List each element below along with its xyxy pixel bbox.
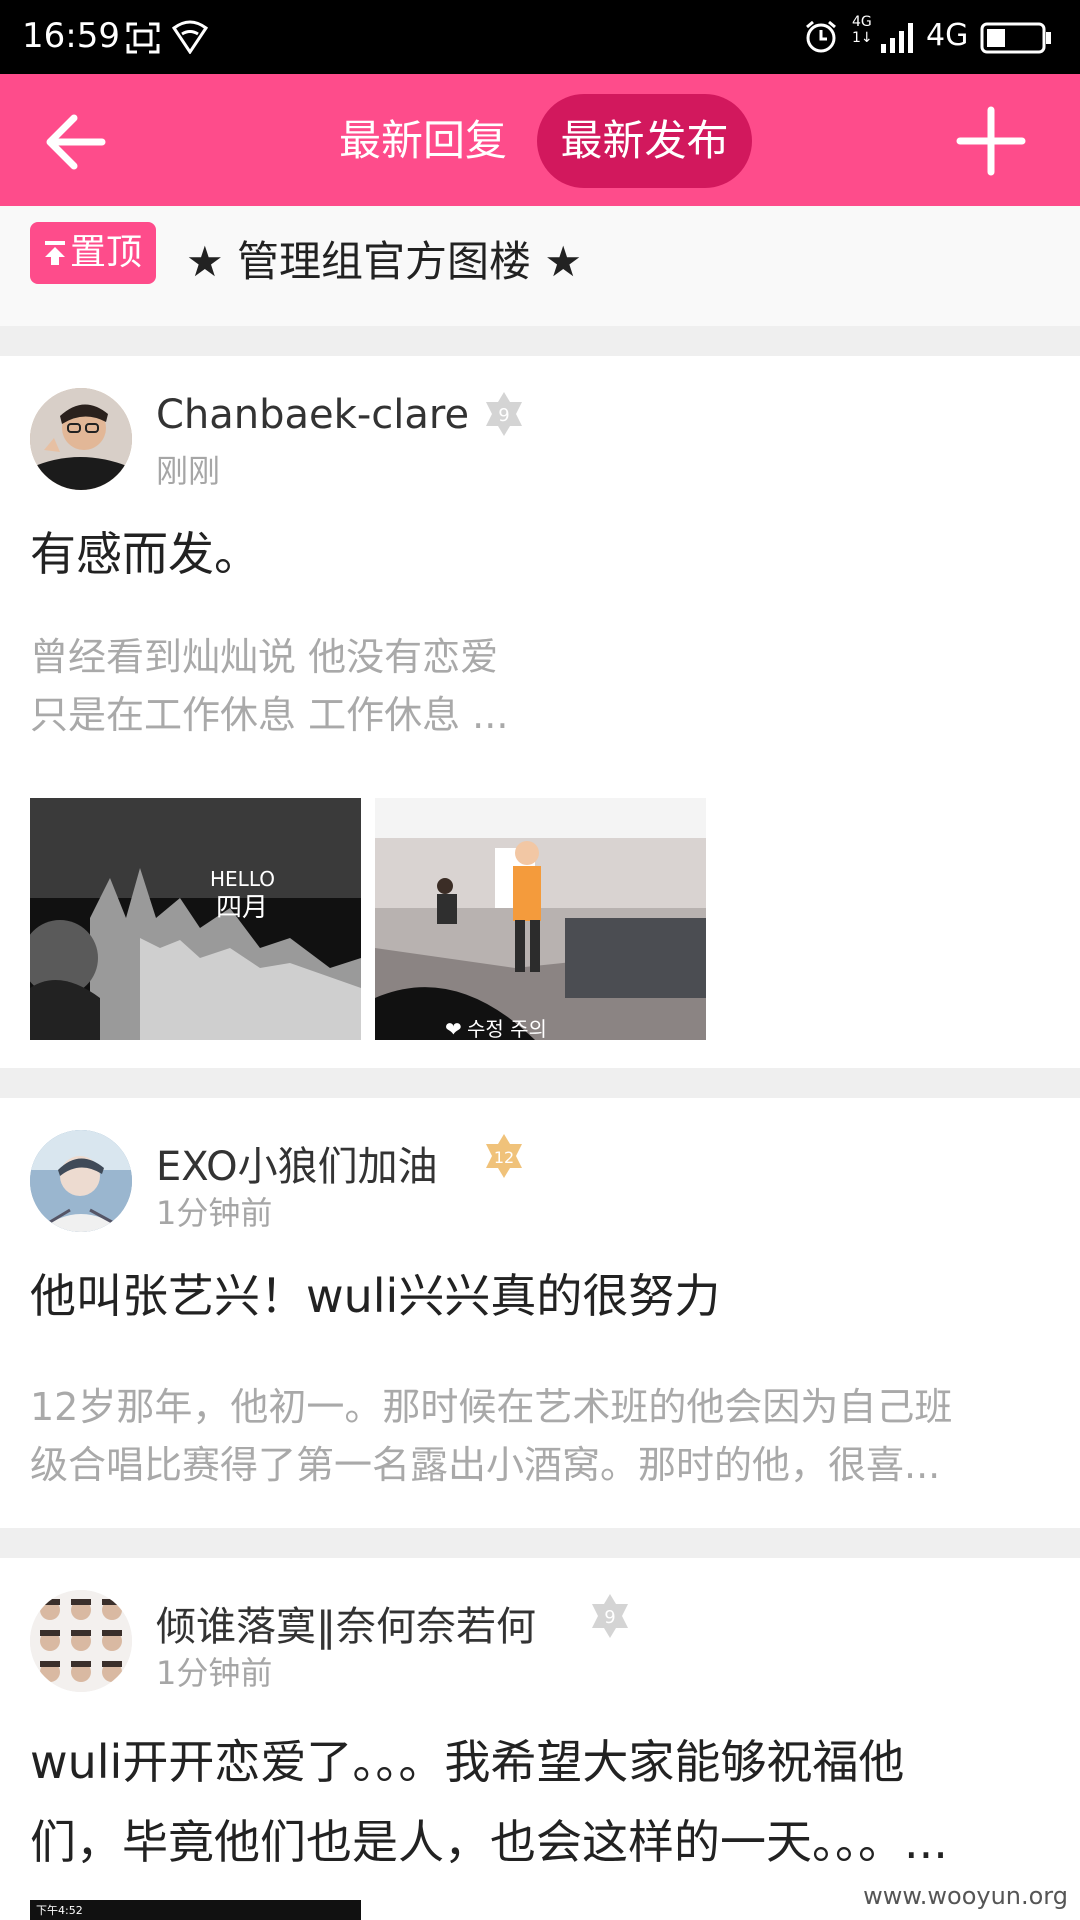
svg-text:HELLO: HELLO <box>210 867 275 891</box>
post-excerpt-line: 级合唱比赛得了第一名露出小酒窝。那时的他，很喜... <box>30 1443 941 1487</box>
back-arrow-icon[interactable] <box>40 106 112 178</box>
watermark: www.wooyun.org <box>863 1882 1068 1910</box>
level-badge-icon: 9 <box>592 1594 628 1638</box>
post-time: 1分钟前 <box>156 1194 273 1232</box>
svg-text:❤: ❤ <box>445 1017 462 1040</box>
post-excerpt-line: 只是在工作休息 工作休息 ... <box>30 693 509 737</box>
tab-latest-reply[interactable]: 最新回复 <box>330 94 516 188</box>
avatar[interactable] <box>30 388 132 490</box>
svg-text:9: 9 <box>498 405 509 426</box>
post-card[interactable]: 倾谁落寞‖奈何奈若何 9 1分钟前 wuli开开恋爱了。。。我希望大家能够祝福他… <box>0 1558 1080 1920</box>
post-image[interactable]: 下午4:52 <box>30 1900 361 1920</box>
post-author[interactable]: 倾谁落寞‖奈何奈若何 <box>156 1594 536 1652</box>
post-title: 他叫张艺兴！wuli兴兴真的很努力 <box>30 1269 721 1323</box>
post-card[interactable]: Chanbaek-clare 9 刚刚 有感而发。 曾经看到灿灿说 他没有恋爱 … <box>0 356 1080 1068</box>
post-card[interactable]: EXO小狼们加油 12 1分钟前 他叫张艺兴！wuli兴兴真的很努力 12岁那年… <box>0 1098 1080 1528</box>
level-badge-icon: 9 <box>486 392 522 436</box>
divider <box>0 1528 1080 1558</box>
post-title-line: wuli开开恋爱了。。。我希望大家能够祝福他 <box>30 1735 905 1789</box>
post-excerpt-line: 曾经看到灿灿说 他没有恋爱 <box>30 635 499 679</box>
post-image[interactable]: HELLO 四月 <box>30 798 361 1040</box>
status-bar: 16:59 4G 1↓ 4G <box>0 0 1080 74</box>
pinned-badge: 置顶 <box>30 222 156 284</box>
svg-text:四月: 四月 <box>216 893 268 923</box>
divider <box>0 326 1080 356</box>
svg-text:수정 주의: 수정 주의 <box>467 1017 547 1040</box>
post-image[interactable]: ❤ 수정 주의 <box>375 798 706 1040</box>
svg-text:9: 9 <box>604 1607 615 1628</box>
post-title: 有感而发。 <box>30 527 260 581</box>
signal-icon <box>881 23 913 53</box>
pinned-post[interactable]: 置顶 ★ 管理组官方图楼 ★ <box>0 206 1080 326</box>
post-title: wuli开开恋爱了。。。我希望大家能够祝福他 们，毕竟他们也是人，也会这样的一天… <box>30 1722 1050 1882</box>
thumb-status-time: 下午4:52 <box>36 1904 83 1917</box>
top-nav-bar: 最新回复 最新发布 <box>0 74 1080 206</box>
pin-arrow-icon <box>45 241 65 265</box>
alarm-icon <box>806 20 836 53</box>
post-excerpt: 曾经看到灿灿说 他没有恋爱 只是在工作休息 工作休息 ... <box>30 628 1060 744</box>
post-author[interactable]: EXO小狼们加油 <box>156 1134 438 1192</box>
post-time: 刚刚 <box>156 452 221 490</box>
post-excerpt-line: 12岁那年，他初一。那时候在艺术班的他会因为自己班 <box>30 1385 953 1429</box>
level-badge-icon: 12 <box>486 1134 522 1178</box>
post-author[interactable]: Chanbaek-clare <box>156 392 469 438</box>
status-time: 16:59 <box>22 16 120 56</box>
svg-text:12: 12 <box>494 1148 514 1167</box>
network-type: 4G <box>926 18 969 53</box>
pinned-badge-label: 置顶 <box>70 232 143 273</box>
add-post-icon[interactable] <box>954 104 1028 178</box>
post-images: HELLO 四月 ❤ 수정 주의 <box>0 798 1080 1040</box>
post-time: 1分钟前 <box>156 1654 273 1692</box>
post-title-line: 们，毕竟他们也是人，也会这样的一天。。。... <box>30 1815 948 1869</box>
pinned-title: ★ 管理组官方图楼 ★ <box>186 237 583 286</box>
wifi-icon <box>172 20 208 54</box>
network-small-indicator: 4G 1↓ <box>852 14 873 46</box>
screenshot-icon <box>126 22 160 54</box>
post-excerpt: 12岁那年，他初一。那时候在艺术班的他会因为自己班 级合唱比赛得了第一名露出小酒… <box>30 1378 1060 1494</box>
divider <box>0 1068 1080 1098</box>
tab-latest-post[interactable]: 最新发布 <box>537 94 752 188</box>
avatar[interactable] <box>30 1130 132 1232</box>
battery-icon <box>980 22 1051 54</box>
avatar[interactable] <box>30 1590 132 1692</box>
